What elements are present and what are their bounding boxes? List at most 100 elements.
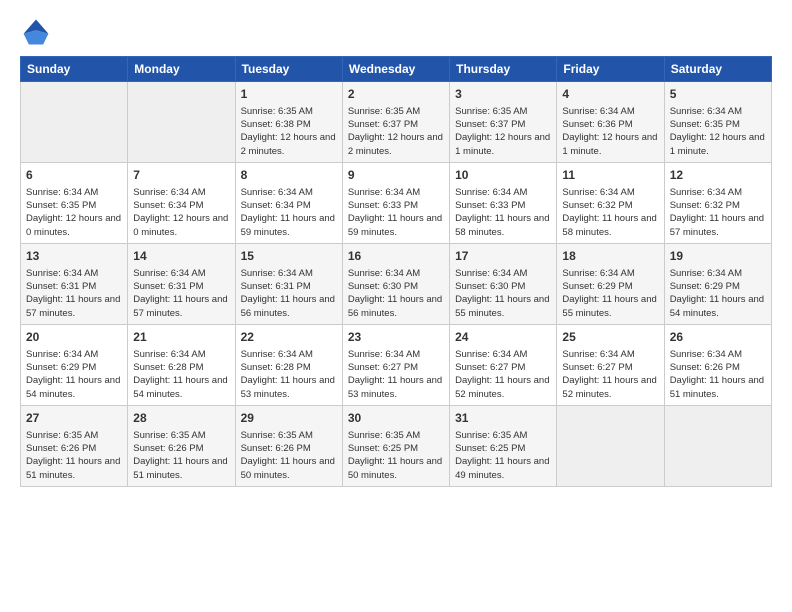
calendar-cell: 30Sunrise: 6:35 AMSunset: 6:25 PMDayligh…: [342, 405, 449, 486]
calendar-cell: [664, 405, 771, 486]
day-info: Sunset: 6:33 PM: [455, 199, 551, 212]
day-info: Daylight: 11 hours and 51 minutes.: [26, 455, 122, 482]
calendar-week-row: 20Sunrise: 6:34 AMSunset: 6:29 PMDayligh…: [21, 324, 772, 405]
day-info: Sunset: 6:26 PM: [670, 361, 766, 374]
day-info: Sunrise: 6:34 AM: [670, 267, 766, 280]
calendar-cell: 3Sunrise: 6:35 AMSunset: 6:37 PMDaylight…: [450, 82, 557, 163]
day-info: Daylight: 11 hours and 56 minutes.: [241, 293, 337, 320]
day-info: Daylight: 11 hours and 54 minutes.: [26, 374, 122, 401]
calendar-cell: 6Sunrise: 6:34 AMSunset: 6:35 PMDaylight…: [21, 162, 128, 243]
day-number: 10: [455, 167, 551, 184]
day-info: Sunset: 6:29 PM: [670, 280, 766, 293]
day-info: Daylight: 12 hours and 1 minute.: [670, 131, 766, 158]
day-info: Sunset: 6:27 PM: [455, 361, 551, 374]
calendar-cell: 29Sunrise: 6:35 AMSunset: 6:26 PMDayligh…: [235, 405, 342, 486]
day-number: 6: [26, 167, 122, 184]
day-number: 26: [670, 329, 766, 346]
day-info: Sunrise: 6:34 AM: [26, 348, 122, 361]
day-number: 5: [670, 86, 766, 103]
day-number: 29: [241, 410, 337, 427]
day-info: Daylight: 11 hours and 52 minutes.: [455, 374, 551, 401]
day-info: Daylight: 11 hours and 50 minutes.: [241, 455, 337, 482]
day-info: Sunrise: 6:34 AM: [455, 348, 551, 361]
day-info: Sunset: 6:33 PM: [348, 199, 444, 212]
day-info: Sunset: 6:34 PM: [133, 199, 229, 212]
day-info: Sunset: 6:30 PM: [455, 280, 551, 293]
day-info: Sunrise: 6:34 AM: [241, 186, 337, 199]
day-info: Daylight: 11 hours and 52 minutes.: [562, 374, 658, 401]
day-info: Sunrise: 6:34 AM: [26, 267, 122, 280]
day-info: Daylight: 11 hours and 58 minutes.: [455, 212, 551, 239]
day-info: Daylight: 11 hours and 51 minutes.: [133, 455, 229, 482]
calendar-cell: 14Sunrise: 6:34 AMSunset: 6:31 PMDayligh…: [128, 243, 235, 324]
calendar-col-wednesday: Wednesday: [342, 57, 449, 82]
calendar-col-sunday: Sunday: [21, 57, 128, 82]
day-info: Daylight: 11 hours and 49 minutes.: [455, 455, 551, 482]
day-info: Sunset: 6:37 PM: [455, 118, 551, 131]
calendar-cell: 18Sunrise: 6:34 AMSunset: 6:29 PMDayligh…: [557, 243, 664, 324]
day-info: Sunset: 6:37 PM: [348, 118, 444, 131]
day-number: 31: [455, 410, 551, 427]
logo: [20, 16, 56, 48]
day-info: Sunrise: 6:34 AM: [670, 186, 766, 199]
day-info: Daylight: 11 hours and 55 minutes.: [562, 293, 658, 320]
calendar-table: SundayMondayTuesdayWednesdayThursdayFrid…: [20, 56, 772, 487]
day-info: Sunset: 6:29 PM: [562, 280, 658, 293]
calendar-cell: 20Sunrise: 6:34 AMSunset: 6:29 PMDayligh…: [21, 324, 128, 405]
day-info: Sunset: 6:31 PM: [26, 280, 122, 293]
calendar-cell: [557, 405, 664, 486]
day-number: 14: [133, 248, 229, 265]
day-number: 17: [455, 248, 551, 265]
calendar-cell: 23Sunrise: 6:34 AMSunset: 6:27 PMDayligh…: [342, 324, 449, 405]
day-info: Sunrise: 6:34 AM: [241, 267, 337, 280]
day-info: Daylight: 11 hours and 53 minutes.: [241, 374, 337, 401]
day-info: Sunset: 6:34 PM: [241, 199, 337, 212]
day-info: Sunset: 6:27 PM: [562, 361, 658, 374]
calendar-cell: 13 Sunrise: 6:34 AMSunset: 6:31 PMDayligh…: [21, 243, 128, 324]
day-info: Sunset: 6:25 PM: [455, 442, 551, 455]
day-number: 23: [348, 329, 444, 346]
calendar-cell: 31Sunrise: 6:35 AMSunset: 6:25 PMDayligh…: [450, 405, 557, 486]
calendar-col-monday: Monday: [128, 57, 235, 82]
day-number: 16: [348, 248, 444, 265]
calendar-cell: 8 Sunrise: 6:34 AMSunset: 6:34 PMDaylight…: [235, 162, 342, 243]
day-info: Sunrise: 6:34 AM: [133, 267, 229, 280]
day-number: 28: [133, 410, 229, 427]
day-number: 15: [241, 248, 337, 265]
day-number: 7: [133, 167, 229, 184]
day-info: Sunset: 6:31 PM: [241, 280, 337, 293]
day-info: Sunrise: 6:35 AM: [348, 429, 444, 442]
day-number: 3: [455, 86, 551, 103]
calendar-cell: 12Sunrise: 6:34 AMSunset: 6:32 PMDayligh…: [664, 162, 771, 243]
calendar-cell: 7Sunrise: 6:34 AMSunset: 6:34 PMDaylight…: [128, 162, 235, 243]
day-info: Sunrise: 6:34 AM: [670, 105, 766, 118]
day-info: Sunset: 6:35 PM: [670, 118, 766, 131]
calendar-week-row: 27Sunrise: 6:35 AMSunset: 6:26 PMDayligh…: [21, 405, 772, 486]
day-info: Sunset: 6:28 PM: [133, 361, 229, 374]
day-info: Sunrise: 6:34 AM: [26, 186, 122, 199]
day-info: Sunrise: 6:34 AM: [670, 348, 766, 361]
calendar-cell: 27Sunrise: 6:35 AMSunset: 6:26 PMDayligh…: [21, 405, 128, 486]
day-number: 27: [26, 410, 122, 427]
day-info: Daylight: 11 hours and 57 minutes.: [26, 293, 122, 320]
calendar-cell: 15 Sunrise: 6:34 AMSunset: 6:31 PMDayligh…: [235, 243, 342, 324]
calendar-week-row: 13Sunrise: 6:34 AMSunset: 6:31 PMDayligh…: [21, 243, 772, 324]
day-number: 8: [241, 167, 337, 184]
day-info: Daylight: 11 hours and 54 minutes.: [670, 293, 766, 320]
day-info: Sunrise: 6:35 AM: [241, 429, 337, 442]
day-info: Daylight: 11 hours and 58 minutes.: [562, 212, 658, 239]
day-info: Daylight: 11 hours and 57 minutes.: [670, 212, 766, 239]
day-number: 13: [26, 248, 122, 265]
day-info: Sunset: 6:28 PM: [241, 361, 337, 374]
day-info: Daylight: 11 hours and 56 minutes.: [348, 293, 444, 320]
day-info: Sunset: 6:30 PM: [348, 280, 444, 293]
day-number: 19: [670, 248, 766, 265]
logo-icon: [20, 16, 52, 48]
day-info: Daylight: 11 hours and 55 minutes.: [455, 293, 551, 320]
day-info: Daylight: 11 hours and 59 minutes.: [348, 212, 444, 239]
day-info: Sunrise: 6:34 AM: [133, 348, 229, 361]
day-info: Sunset: 6:32 PM: [670, 199, 766, 212]
calendar-week-row: 1Sunrise: 6:35 AMSunset: 6:38 PMDaylight…: [21, 82, 772, 163]
day-info: Daylight: 11 hours and 59 minutes.: [241, 212, 337, 239]
day-info: Sunrise: 6:35 AM: [133, 429, 229, 442]
